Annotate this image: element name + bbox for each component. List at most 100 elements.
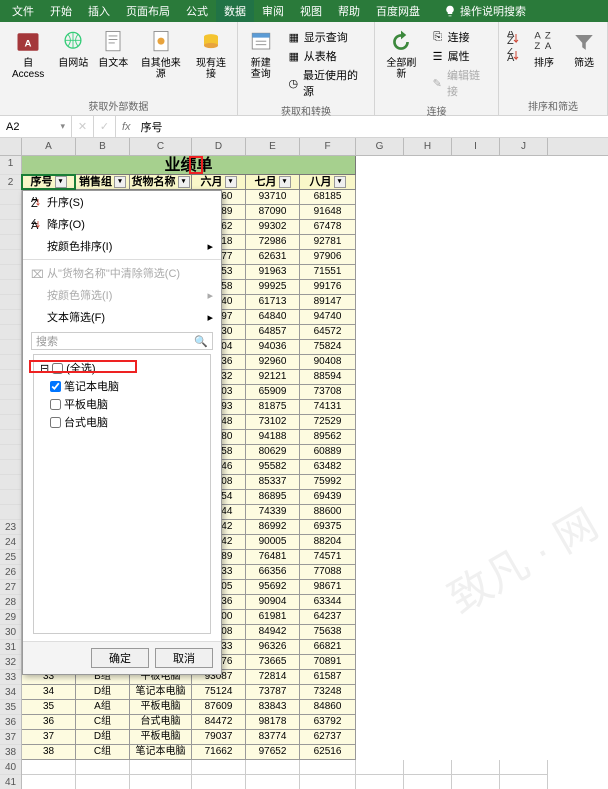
filter-values-tree[interactable]: ⊟(全选) 笔记本电脑 平板电脑 台式电脑 [33, 354, 211, 634]
row-header[interactable] [0, 490, 21, 505]
data-cell[interactable]: 62737 [300, 730, 356, 745]
empty-cell[interactable] [76, 775, 130, 789]
row-header[interactable]: 26 [0, 565, 21, 580]
row-header[interactable]: 25 [0, 550, 21, 565]
data-cell[interactable]: 75992 [300, 475, 356, 490]
row-header[interactable]: 27 [0, 580, 21, 595]
data-cell[interactable]: 87090 [246, 205, 300, 220]
data-cell[interactable]: 笔记本电脑 [130, 685, 192, 700]
empty-cell[interactable] [500, 775, 548, 789]
data-cell[interactable]: 34 [22, 685, 76, 700]
row-header[interactable]: 24 [0, 535, 21, 550]
table-header[interactable]: 销售组▾ [76, 175, 130, 190]
data-cell[interactable]: 73665 [246, 655, 300, 670]
empty-cell[interactable] [246, 760, 300, 775]
row-header[interactable] [0, 340, 21, 355]
filter-button[interactable]: ▾ [55, 176, 67, 188]
data-cell[interactable]: 92960 [246, 355, 300, 370]
data-cell[interactable]: 67478 [300, 220, 356, 235]
data-cell[interactable]: 73248 [300, 685, 356, 700]
data-cell[interactable]: 73102 [246, 415, 300, 430]
data-cell[interactable]: 76481 [246, 550, 300, 565]
row-header[interactable]: 41 [0, 775, 21, 789]
row-header[interactable] [0, 190, 21, 205]
data-cell[interactable]: 86895 [246, 490, 300, 505]
row-header[interactable] [0, 250, 21, 265]
checkbox-opt2[interactable] [50, 399, 61, 410]
data-cell[interactable]: 89147 [300, 295, 356, 310]
data-cell[interactable]: 68185 [300, 190, 356, 205]
data-cell[interactable]: 91963 [246, 265, 300, 280]
tab-baidu[interactable]: 百度网盘 [368, 0, 428, 22]
data-cell[interactable]: 81875 [246, 400, 300, 415]
data-cell[interactable]: 35 [22, 700, 76, 715]
data-cell[interactable]: 96326 [246, 640, 300, 655]
btn-filter[interactable]: 筛选 [565, 26, 603, 71]
btn-existing-conn[interactable]: 现有连接 [189, 26, 233, 82]
btn-sort[interactable]: AZZA排序 [525, 26, 563, 71]
data-cell[interactable]: 91648 [300, 205, 356, 220]
row-header[interactable] [0, 205, 21, 220]
empty-cell[interactable] [192, 760, 246, 775]
row-header[interactable] [0, 280, 21, 295]
btn-from-web[interactable]: 自网站 [54, 26, 92, 71]
filter-option-desktop[interactable]: 台式电脑 [38, 413, 206, 431]
empty-cell[interactable] [192, 775, 246, 789]
filter-button[interactable]: ▾ [279, 176, 291, 188]
data-cell[interactable]: 83843 [246, 700, 300, 715]
row-header[interactable] [0, 445, 21, 460]
btn-from-access[interactable]: A自 Access [4, 26, 52, 82]
col-header[interactable]: J [500, 138, 548, 155]
data-cell[interactable]: 94188 [246, 430, 300, 445]
empty-cell[interactable] [300, 775, 356, 789]
row-header[interactable]: 36 [0, 715, 21, 730]
data-cell[interactable]: 94036 [246, 340, 300, 355]
fx-icon[interactable]: fx [116, 121, 137, 133]
row-header[interactable] [0, 265, 21, 280]
filter-option-laptop[interactable]: 笔记本电脑 [38, 377, 206, 395]
data-cell[interactable]: D组 [76, 685, 130, 700]
data-cell[interactable]: 97652 [246, 745, 300, 760]
empty-cell[interactable] [130, 760, 192, 775]
row-header[interactable]: 32 [0, 655, 21, 670]
empty-cell[interactable] [452, 760, 500, 775]
row-header[interactable]: 23 [0, 520, 21, 535]
data-cell[interactable]: 93710 [246, 190, 300, 205]
data-cell[interactable]: C组 [76, 715, 130, 730]
cancel-icon[interactable]: ✕ [72, 116, 94, 137]
row-header[interactable]: 37 [0, 730, 21, 745]
tab-data[interactable]: 数据 [216, 0, 254, 22]
row-header[interactable] [0, 415, 21, 430]
btn-sort-desc[interactable]: ZA [503, 47, 523, 63]
data-cell[interactable]: 84942 [246, 625, 300, 640]
data-cell[interactable]: C组 [76, 745, 130, 760]
data-cell[interactable]: 61587 [300, 670, 356, 685]
data-cell[interactable]: 84860 [300, 700, 356, 715]
table-header[interactable]: 六月▾ [192, 175, 246, 190]
data-cell[interactable]: 71551 [300, 265, 356, 280]
empty-cell[interactable] [404, 775, 452, 789]
data-cell[interactable]: 89562 [300, 430, 356, 445]
data-cell[interactable]: 88594 [300, 370, 356, 385]
data-cell[interactable]: 73708 [300, 385, 356, 400]
row-header[interactable] [0, 325, 21, 340]
data-cell[interactable]: 90005 [246, 535, 300, 550]
col-header[interactable]: E [246, 138, 300, 155]
row-header[interactable]: 31 [0, 640, 21, 655]
data-cell[interactable]: 99176 [300, 280, 356, 295]
btn-properties[interactable]: ☰属性 [428, 47, 492, 65]
row-header[interactable]: 38 [0, 745, 21, 760]
empty-cell[interactable] [452, 775, 500, 789]
btn-edit-links[interactable]: ✎编辑链接 [428, 66, 492, 100]
sort-descending[interactable]: ZA降序(O) [23, 213, 221, 235]
col-header[interactable]: D [192, 138, 246, 155]
checkbox-opt3[interactable] [50, 417, 61, 428]
row-header[interactable] [0, 475, 21, 490]
data-cell[interactable]: 64572 [300, 325, 356, 340]
data-cell[interactable]: 75638 [300, 625, 356, 640]
data-cell[interactable]: 63344 [300, 595, 356, 610]
data-cell[interactable]: 72814 [246, 670, 300, 685]
data-cell[interactable]: 62516 [300, 745, 356, 760]
filter-button[interactable]: ▾ [178, 176, 190, 188]
data-cell[interactable]: A组 [76, 700, 130, 715]
